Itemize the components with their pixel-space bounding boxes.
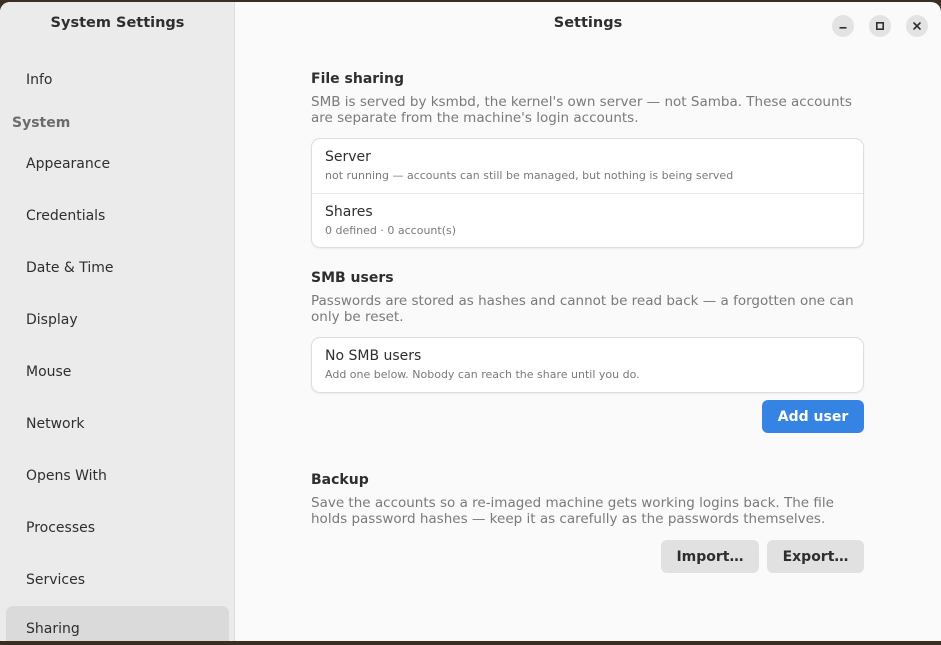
sidebar-item-sharing[interactable]: Sharing [6, 606, 229, 641]
sidebar-item-label: Opens With [26, 468, 107, 484]
minimize-button[interactable] [832, 15, 854, 37]
sidebar-item-mouse[interactable]: Mouse [6, 349, 229, 395]
sidebar-item-processes[interactable]: Processes [6, 505, 229, 551]
sidebar-item-label: Appearance [26, 156, 111, 172]
sidebar-item-opens-with[interactable]: Opens With [6, 453, 229, 499]
import-button[interactable]: Import… [661, 540, 759, 573]
maximize-button[interactable] [869, 15, 891, 37]
add-user-button[interactable]: Add user [762, 400, 864, 433]
sidebar: System Settings Info System Appearance C… [0, 2, 235, 641]
shares-row[interactable]: Shares 0 defined · 0 account(s) [312, 193, 863, 247]
settings-window: System Settings Info System Appearance C… [0, 2, 941, 641]
sidebar-item-label: Sharing [26, 621, 80, 637]
sidebar-item-info[interactable]: Info [6, 57, 229, 103]
sidebar-item-services[interactable]: Services [6, 557, 229, 603]
file-sharing-description: SMB is served by ksmbd, the kernel's own… [311, 94, 852, 126]
sidebar-item-credentials[interactable]: Credentials [6, 193, 229, 239]
sidebar-item-label: Info [26, 72, 53, 88]
minimize-icon [839, 27, 847, 29]
sidebar-item-label: Processes [26, 520, 96, 536]
sidebar-item-appearance[interactable]: Appearance [6, 141, 229, 187]
sidebar-title: System Settings [50, 15, 185, 31]
smb-users-title: SMB users [311, 270, 394, 286]
backup-description: Save the accounts so a re-imaged machine… [311, 495, 834, 527]
shares-count: 0 defined · 0 account(s) [325, 224, 457, 237]
sidebar-heading-system: System [12, 115, 71, 131]
file-sharing-title: File sharing [311, 71, 404, 87]
main-panel: Settings File sharing SMB is served by k… [235, 2, 941, 641]
sidebar-item-date-time[interactable]: Date & Time [6, 245, 229, 291]
close-icon [913, 22, 921, 30]
maximize-icon [875, 21, 885, 31]
sidebar-item-label: Date & Time [26, 260, 114, 276]
sidebar-item-label: Display [26, 312, 78, 328]
file-sharing-card: Server not running — accounts can still … [311, 138, 864, 248]
backup-title: Backup [311, 472, 369, 488]
sidebar-item-display[interactable]: Display [6, 297, 229, 343]
empty-title: No SMB users [325, 348, 422, 364]
export-button[interactable]: Export… [767, 540, 864, 573]
sidebar-item-label: Services [26, 572, 86, 588]
server-status: not running — accounts can still be mana… [325, 169, 734, 182]
smb-users-description: Passwords are stored as hashes and canno… [311, 293, 854, 325]
empty-subtitle: Add one below. Nobody can reach the shar… [325, 368, 640, 381]
smb-users-card: No SMB users Add one below. Nobody can r… [311, 337, 864, 393]
server-row[interactable]: Server not running — accounts can still … [312, 139, 863, 193]
sidebar-item-label: Credentials [26, 208, 106, 224]
shares-title: Shares [325, 204, 373, 220]
sidebar-item-label: Mouse [26, 364, 72, 380]
close-button[interactable] [906, 15, 928, 37]
sidebar-item-network[interactable]: Network [6, 401, 229, 447]
sidebar-item-label: Network [26, 416, 85, 432]
smb-users-empty-row: No SMB users Add one below. Nobody can r… [312, 338, 863, 392]
server-title: Server [325, 149, 371, 165]
